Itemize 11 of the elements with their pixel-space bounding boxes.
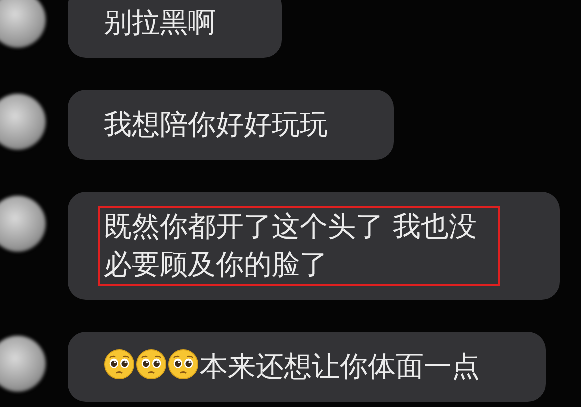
blurred-avatar [0, 196, 46, 252]
blurred-avatar [0, 0, 46, 48]
message-text: 别拉黑啊 [104, 6, 216, 39]
message-text: 既然你都开了这个头了 我也没必要顾及你的脸了 [104, 210, 477, 281]
message-text: 本来还想让你体面一点 [200, 350, 480, 383]
pleading-face-icon [136, 349, 167, 380]
pleading-face-icon [104, 349, 135, 380]
blurred-avatar [0, 94, 46, 150]
blurred-avatar [0, 336, 46, 392]
pleading-face-icon [168, 349, 199, 380]
message-text: 我想陪你好好玩玩 [104, 108, 328, 141]
